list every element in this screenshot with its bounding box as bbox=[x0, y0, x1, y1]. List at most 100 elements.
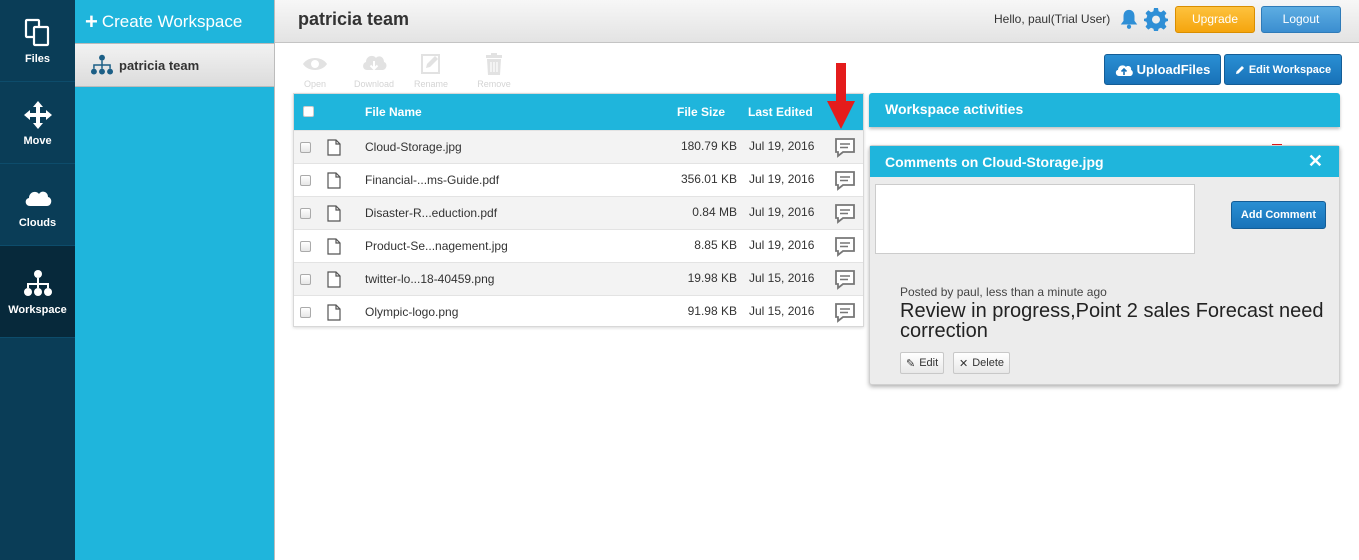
rail-item-label: Files bbox=[24, 52, 51, 65]
table-body: Cloud-Storage.jpg 180.79 KB Jul 19, 2016 Fi… bbox=[294, 130, 863, 328]
workspace-icon bbox=[23, 269, 52, 296]
file-name[interactable]: Product-Se...nagement.jpg bbox=[365, 239, 508, 253]
page-title: patricia team bbox=[298, 9, 410, 29]
comments-header: Comments on Cloud-Storage.jpg ✕ bbox=[870, 146, 1339, 177]
clouds-icon bbox=[25, 191, 51, 206]
workspace-name: patricia team bbox=[119, 57, 200, 73]
file-name[interactable]: Cloud-Storage.jpg bbox=[365, 140, 462, 154]
close-icon: ✕ bbox=[959, 357, 969, 370]
pencil-icon: ✎ bbox=[906, 357, 916, 370]
row-checkbox[interactable] bbox=[300, 241, 311, 252]
comment-meta: Posted by paul, less than a minute ago bbox=[900, 285, 1107, 299]
file-size: 180.79 KB bbox=[680, 139, 737, 153]
create-workspace-button[interactable]: + Create Workspace bbox=[75, 0, 274, 43]
workspace-item[interactable]: patricia team bbox=[75, 43, 274, 87]
rename-label: Rename bbox=[413, 79, 449, 89]
file-date: Jul 19, 2016 bbox=[749, 172, 815, 186]
comment-icon[interactable] bbox=[834, 137, 856, 158]
row-checkbox[interactable] bbox=[300, 208, 311, 219]
table-row[interactable]: Disaster-R...eduction.pdf 0.84 MB Jul 19, … bbox=[294, 196, 863, 229]
cloud-download-icon bbox=[363, 55, 387, 71]
col-file-size[interactable]: File Size bbox=[677, 105, 725, 119]
create-workspace-label: Create Workspace bbox=[101, 11, 243, 31]
bell-icon[interactable] bbox=[1118, 8, 1140, 30]
table-header: File Name File Size Last Edited bbox=[294, 94, 863, 130]
workspace-icon bbox=[91, 54, 113, 75]
user-greeting: Hello, paul(Trial User) bbox=[994, 12, 1111, 26]
cloud-upload-icon bbox=[1115, 64, 1133, 76]
left-rail: Files Move Clouds Workspace bbox=[0, 0, 75, 560]
file-date: Jul 15, 2016 bbox=[749, 304, 815, 318]
file-name[interactable]: Financial-...ms-Guide.pdf bbox=[365, 173, 499, 187]
plus-icon: + bbox=[85, 8, 98, 34]
table-row[interactable]: twitter-lo...18-40459.png 19.98 KB Jul 15,… bbox=[294, 262, 863, 295]
rename-button[interactable]: Rename bbox=[409, 52, 453, 89]
file-date: Jul 19, 2016 bbox=[749, 238, 815, 252]
remove-label: Remove bbox=[477, 79, 511, 89]
rail-item-clouds[interactable]: Clouds bbox=[0, 164, 75, 246]
select-all-checkbox[interactable] bbox=[303, 106, 314, 117]
rail-item-label: Workspace bbox=[8, 303, 67, 316]
document-icon bbox=[327, 139, 341, 156]
open-label: Open bbox=[303, 79, 327, 89]
close-icon[interactable]: ✕ bbox=[1308, 151, 1323, 172]
row-checkbox[interactable] bbox=[300, 307, 311, 318]
file-size: 8.85 KB bbox=[694, 238, 737, 252]
table-row[interactable]: Cloud-Storage.jpg 180.79 KB Jul 19, 2016 bbox=[294, 130, 863, 163]
move-icon bbox=[23, 100, 52, 129]
rail-item-files[interactable]: Files bbox=[0, 0, 75, 82]
comment-icon[interactable] bbox=[834, 236, 856, 257]
document-icon bbox=[327, 271, 341, 288]
comment-icon[interactable] bbox=[834, 269, 856, 290]
gear-icon[interactable] bbox=[1144, 7, 1168, 31]
comment-icon[interactable] bbox=[834, 302, 856, 323]
row-checkbox[interactable] bbox=[300, 274, 311, 285]
activities-title: Workspace activities bbox=[885, 101, 1024, 117]
comments-title: Comments on Cloud-Storage.jpg bbox=[885, 154, 1104, 170]
document-icon bbox=[327, 205, 341, 222]
pencil-icon bbox=[1235, 65, 1244, 74]
upload-files-button[interactable]: UploadFiles bbox=[1104, 54, 1221, 85]
download-label: Download bbox=[353, 79, 395, 89]
delete-comment-button[interactable]: ✕ Delete bbox=[953, 352, 1011, 374]
open-button[interactable]: Open bbox=[293, 52, 337, 89]
red-arrow-icon bbox=[827, 63, 855, 129]
files-table: File Name File Size Last Edited Cloud-St… bbox=[293, 93, 864, 327]
file-name[interactable]: twitter-lo...18-40459.png bbox=[365, 272, 494, 286]
col-last-edited[interactable]: Last Edited bbox=[748, 105, 813, 119]
file-name[interactable]: Disaster-R...eduction.pdf bbox=[365, 206, 497, 220]
row-checkbox[interactable] bbox=[300, 142, 311, 153]
rail-item-move[interactable]: Move bbox=[0, 82, 75, 164]
table-row[interactable]: Financial-...ms-Guide.pdf 356.01 KB Jul 19… bbox=[294, 163, 863, 196]
trash-icon bbox=[486, 53, 502, 75]
row-checkbox[interactable] bbox=[300, 175, 311, 186]
document-icon bbox=[327, 238, 341, 255]
file-size: 356.01 KB bbox=[680, 172, 737, 186]
edit-comment-button[interactable]: ✎ Edit bbox=[900, 352, 945, 374]
logout-button[interactable]: Logout bbox=[1261, 6, 1341, 33]
workspace-panel: + Create Workspace patricia team bbox=[75, 0, 275, 560]
table-row[interactable]: Product-Se...nagement.jpg 8.85 KB Jul 19, … bbox=[294, 229, 863, 262]
edit-workspace-button[interactable]: Edit Workspace bbox=[1224, 54, 1342, 85]
document-icon bbox=[327, 304, 341, 321]
comment-input[interactable] bbox=[875, 184, 1195, 254]
rail-item-label: Clouds bbox=[18, 216, 57, 229]
rail-item-workspace[interactable]: Workspace bbox=[0, 246, 75, 338]
rail-item-label: Move bbox=[23, 134, 52, 147]
col-file-name[interactable]: File Name bbox=[365, 105, 422, 119]
remove-button[interactable]: Remove bbox=[472, 52, 516, 89]
download-button[interactable]: Download bbox=[352, 52, 396, 89]
upgrade-button[interactable]: Upgrade bbox=[1175, 6, 1255, 33]
file-date: Jul 19, 2016 bbox=[749, 139, 815, 153]
workspace-activities-panel[interactable]: Workspace activities bbox=[869, 93, 1340, 127]
file-date: Jul 15, 2016 bbox=[749, 271, 815, 285]
comment-icon[interactable] bbox=[834, 203, 856, 224]
file-size: 91.98 KB bbox=[687, 304, 737, 318]
comment-text: Review in progress,Point 2 sales Forecas… bbox=[900, 300, 1324, 342]
table-row[interactable]: Olympic-logo.png 91.98 KB Jul 15, 2016 bbox=[294, 295, 863, 328]
delete-comment-label: Delete bbox=[972, 357, 1005, 369]
file-name[interactable]: Olympic-logo.png bbox=[365, 305, 458, 319]
add-comment-button[interactable]: Add Comment bbox=[1231, 201, 1326, 229]
document-icon bbox=[327, 172, 341, 189]
comment-icon[interactable] bbox=[834, 170, 856, 191]
